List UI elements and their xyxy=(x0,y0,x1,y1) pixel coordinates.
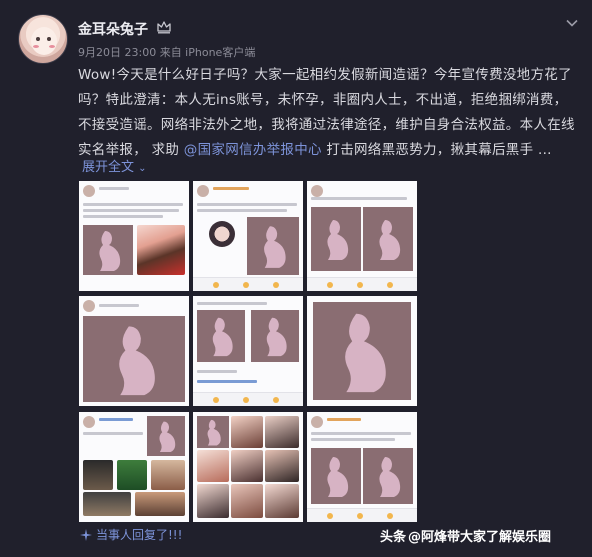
reply-note-label: 当事人回复了!!! xyxy=(96,528,183,542)
photo-image xyxy=(137,225,185,275)
photo-image xyxy=(197,450,229,482)
post-meta: 9月20日 23:00 来自 iPhone客户端 xyxy=(78,46,256,59)
thumb-line xyxy=(213,187,249,190)
thumb-actionbar xyxy=(193,392,303,406)
thumb-line xyxy=(197,203,297,206)
avatar-blush xyxy=(49,45,55,48)
thumb-line xyxy=(83,209,179,212)
crown-icon xyxy=(157,21,171,34)
avatar-eye xyxy=(47,37,51,41)
silhouette-image xyxy=(313,302,411,400)
thumb-actionbar xyxy=(193,277,303,291)
expand-label: 展开全文 xyxy=(82,160,135,175)
photo-image xyxy=(197,484,229,518)
photo-image xyxy=(265,484,299,518)
image-thumbnail[interactable] xyxy=(193,296,303,406)
thumb-line xyxy=(311,197,407,200)
post-text: Wow!今天是什么好日子吗？大家一起相约发假新闻造谣？今年宣传费没地方花了吗？特… xyxy=(78,63,578,163)
thumb-line xyxy=(311,432,411,435)
weibo-post-card: 金耳朵兔子 9月20日 23:00 来自 iPhone客户端 Wow!今天是什么… xyxy=(0,0,592,557)
post-body-tail: 打击网络黑恶势力，揪其幕后黑手 ... xyxy=(321,142,552,158)
thumb-line xyxy=(197,302,267,305)
image-thumbnail[interactable] xyxy=(307,181,417,291)
photo-image xyxy=(151,460,185,490)
profile-image xyxy=(209,221,235,247)
thumb-line xyxy=(311,438,395,441)
image-grid xyxy=(79,181,417,522)
avatar-eye xyxy=(36,37,40,41)
expand-button[interactable]: 展开全文 ⌄ xyxy=(82,156,147,175)
thumb-actionbar xyxy=(307,277,417,291)
watermark-text: @阿烽带大家了解娱乐圈 xyxy=(408,530,552,545)
image-thumbnail[interactable] xyxy=(79,181,189,291)
silhouette-image xyxy=(147,416,185,456)
thumb-line xyxy=(99,418,133,421)
username[interactable]: 金耳朵兔子 xyxy=(78,19,148,39)
silhouette-image xyxy=(311,207,361,271)
reply-note[interactable]: 当事人回复了!!! xyxy=(80,526,182,543)
mention-link[interactable]: @国家网信办举报中心 xyxy=(184,142,322,158)
thumb-line xyxy=(83,215,163,218)
chevron-down-icon[interactable] xyxy=(565,16,579,30)
photo-image xyxy=(83,492,131,516)
thumb-avatar xyxy=(83,185,95,197)
thumb-actionbar xyxy=(307,508,417,522)
thumb-line xyxy=(83,203,183,206)
image-thumbnail[interactable] xyxy=(193,181,303,291)
photo-image xyxy=(231,450,263,482)
thumb-line xyxy=(327,418,361,421)
thumb-line xyxy=(197,380,257,383)
silhouette-image xyxy=(363,207,413,271)
chevron-down-icon: ⌄ xyxy=(138,163,147,174)
avatar-blush xyxy=(33,45,39,48)
image-thumbnail[interactable] xyxy=(307,296,417,406)
sparkle-icon xyxy=(80,529,92,541)
image-thumbnail[interactable] xyxy=(79,296,189,406)
photo-image xyxy=(265,450,299,482)
avatar-face xyxy=(31,27,57,55)
silhouette-image xyxy=(197,310,245,362)
silhouette-image xyxy=(247,217,299,275)
watermark: 头条 @阿烽带大家了解娱乐圈 xyxy=(380,526,551,545)
photo-image xyxy=(135,492,185,516)
silhouette-image xyxy=(197,416,229,448)
thumb-line xyxy=(83,432,143,435)
photo-image xyxy=(83,460,113,490)
thumb-line xyxy=(99,187,129,190)
thumb-line xyxy=(99,304,139,307)
silhouette-image xyxy=(83,225,133,275)
thumb-avatar xyxy=(197,185,209,197)
photo-image xyxy=(117,460,147,490)
thumb-avatar xyxy=(83,300,95,312)
watermark-brand: 头条 xyxy=(380,530,407,545)
silhouette-image xyxy=(311,448,361,504)
thumb-avatar xyxy=(311,185,323,197)
thumb-line xyxy=(197,370,237,373)
thumb-line xyxy=(197,209,287,212)
photo-image xyxy=(231,416,263,448)
thumb-avatar xyxy=(83,416,95,428)
photo-image xyxy=(265,416,299,448)
image-thumbnail[interactable] xyxy=(79,412,189,522)
silhouette-image xyxy=(251,310,299,362)
silhouette-image xyxy=(83,316,185,402)
silhouette-image xyxy=(363,448,413,504)
image-thumbnail[interactable] xyxy=(193,412,303,522)
avatar[interactable] xyxy=(18,14,68,64)
photo-image xyxy=(231,484,263,518)
thumb-avatar xyxy=(311,416,323,428)
image-thumbnail[interactable] xyxy=(307,412,417,522)
